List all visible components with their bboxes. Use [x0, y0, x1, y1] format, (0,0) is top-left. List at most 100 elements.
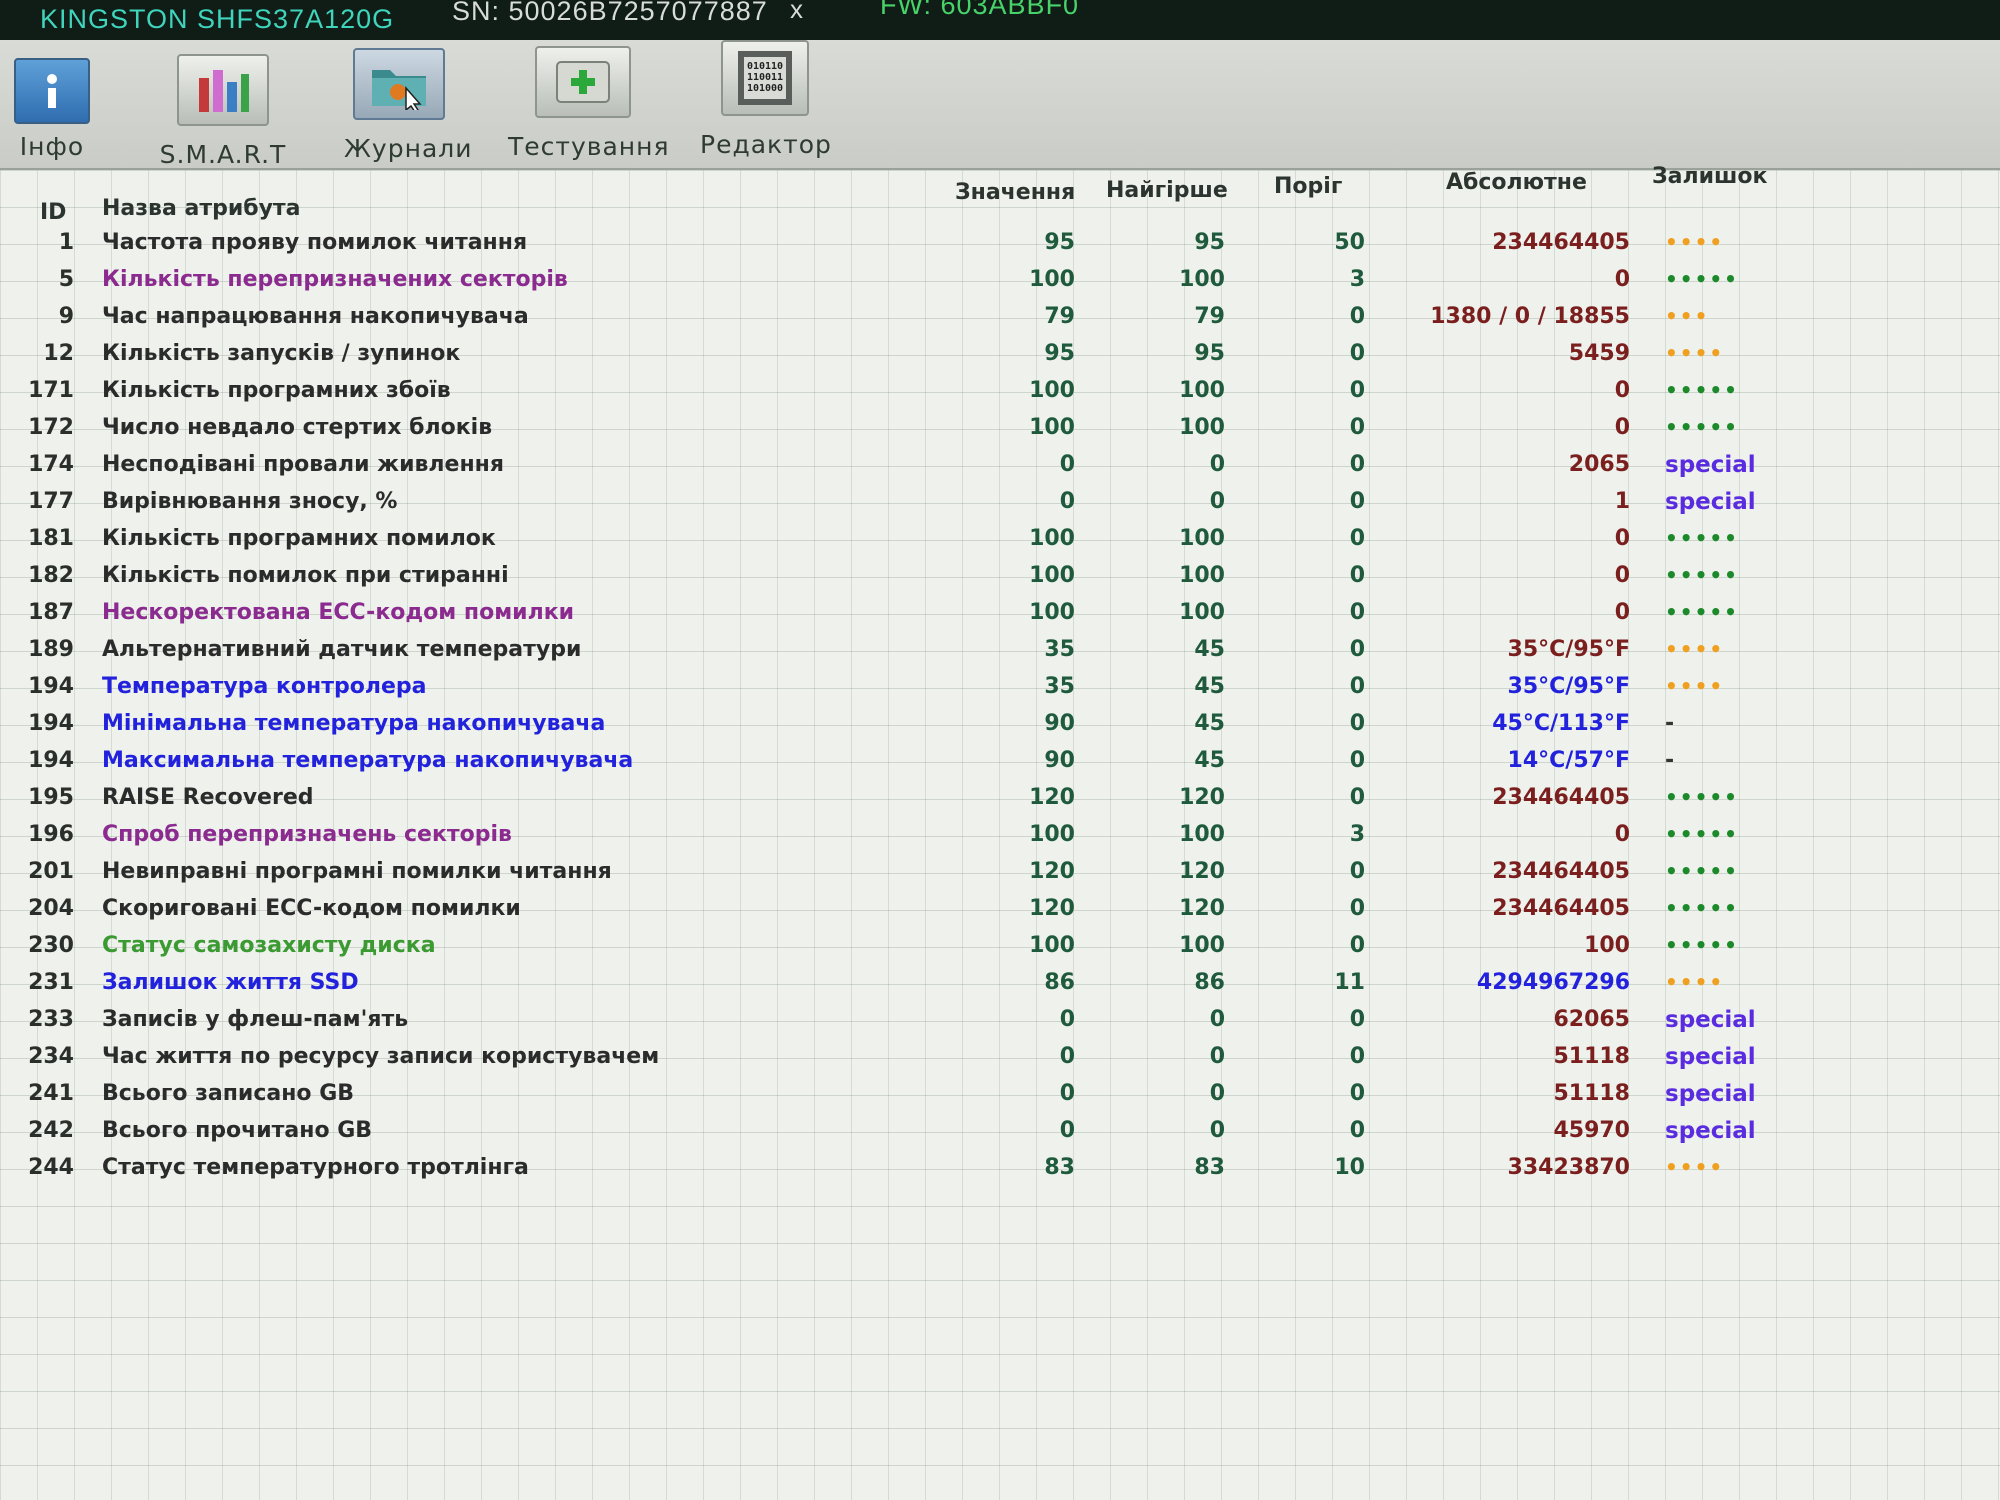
attr-value: 100 — [1029, 526, 1075, 551]
attr-raw: 0 — [1614, 600, 1630, 625]
table-row[interactable]: 172 Число невдало стертих блоків 100 100 0 0 •… — [0, 411, 1800, 448]
tab-info[interactable]: Інфо — [6, 58, 98, 161]
attr-health: ••• — [1665, 304, 1710, 328]
attr-worst: 120 — [1179, 785, 1225, 810]
attr-id: 231 — [28, 970, 74, 995]
table-row[interactable]: 189 Альтернативний датчик температури 35 45… — [0, 633, 1800, 670]
attr-threshold: 0 — [1349, 341, 1365, 366]
attr-raw: 0 — [1614, 267, 1630, 292]
table-row[interactable]: 174 Несподівані провали живлення 0 0 0 2065 sp… — [0, 448, 1800, 485]
table-row[interactable]: 1 Частота прояву помилок читання 95 95 50 234… — [0, 226, 1800, 263]
attr-health: •••• — [1665, 230, 1725, 254]
col-header-health[interactable]: Залишок — [1652, 164, 1767, 189]
close-icon[interactable]: x — [790, 0, 804, 25]
attr-health: •••• — [1665, 637, 1725, 661]
attr-id: 171 — [28, 378, 74, 403]
attr-value: 0 — [1059, 1118, 1075, 1143]
table-row[interactable]: 204 Скориговані ECC-кодом помилки 120 120 0 2… — [0, 892, 1800, 929]
attr-threshold: 0 — [1349, 896, 1365, 921]
logs-folder-icon — [353, 48, 445, 120]
drive-firmware: FW: 603ABBF0 — [880, 0, 1080, 20]
table-row[interactable]: 194 Температура контролера 35 45 0 35°C/95°F •… — [0, 670, 1800, 707]
attr-name: Вирівнювання зносу, % — [102, 489, 398, 514]
table-row[interactable]: 182 Кількість помилок при стиранні 100 100 0… — [0, 559, 1800, 596]
attr-worst: 100 — [1179, 600, 1225, 625]
tab-info-label: Інфо — [19, 132, 85, 161]
attr-name: Час життя по ресурсу записи користувачем — [102, 1044, 660, 1069]
attr-id: 244 — [28, 1155, 74, 1180]
attr-threshold: 0 — [1349, 785, 1365, 810]
attr-threshold: 0 — [1349, 304, 1365, 329]
attr-health: ••••• — [1665, 267, 1739, 291]
col-header-name[interactable]: Назва атрибута — [102, 196, 301, 221]
table-row[interactable]: 177 Вирівнювання зносу, % 0 0 0 1 special — [0, 485, 1800, 522]
attr-id: 194 — [28, 748, 74, 773]
attr-raw: 4294967296 — [1476, 970, 1630, 995]
table-row[interactable]: 187 Нескоректована ECC-кодом помилки 100 10… — [0, 596, 1800, 633]
attr-value: 100 — [1029, 822, 1075, 847]
attr-raw: 234464405 — [1492, 859, 1630, 884]
attr-id: 172 — [28, 415, 74, 440]
attr-id: 201 — [28, 859, 74, 884]
tab-editor[interactable]: 010110 110011 101000 Редактор — [700, 40, 831, 159]
table-row[interactable]: 234 Час життя по ресурсу записи користува… — [0, 1040, 1800, 1077]
attr-raw: 100 — [1584, 933, 1630, 958]
table-row[interactable]: 9 Час напрацювання накопичувача 79 79 0 1380 … — [0, 300, 1800, 337]
table-row[interactable]: 195 RAISE Recovered 120 120 0 234464405 ••••• — [0, 781, 1800, 818]
attr-worst: 45 — [1194, 748, 1225, 773]
tab-smart-label: S.M.A.R.T — [159, 140, 287, 169]
attr-name: Час напрацювання накопичувача — [102, 304, 529, 329]
table-row[interactable]: 12 Кількість запусків / зупинок 95 95 0 5459 •… — [0, 337, 1800, 374]
attr-worst: 100 — [1179, 563, 1225, 588]
attr-id: 5 — [58, 267, 74, 292]
table-row[interactable]: 201 Невиправні програмні помилки читання 1… — [0, 855, 1800, 892]
attr-worst: 86 — [1194, 970, 1225, 995]
col-header-value[interactable]: Значення — [955, 180, 1075, 205]
attr-raw: 35°C/95°F — [1507, 637, 1630, 662]
table-row[interactable]: 196 Спроб перепризначень секторів 100 100 3 0… — [0, 818, 1800, 855]
attr-value: 0 — [1059, 1007, 1075, 1032]
table-row[interactable]: 233 Записів у флеш-пам'ять 0 0 0 62065 special — [0, 1003, 1800, 1040]
table-row[interactable]: 242 Всього прочитано GB 0 0 0 45970 special — [0, 1114, 1800, 1151]
attr-id: 194 — [28, 711, 74, 736]
attr-threshold: 0 — [1349, 489, 1365, 514]
attr-value: 0 — [1059, 489, 1075, 514]
attr-id: 194 — [28, 674, 74, 699]
col-header-worst[interactable]: Найгірше — [1106, 178, 1228, 203]
table-row[interactable]: 230 Статус самозахисту диска 100 100 0 100 •••… — [0, 929, 1800, 966]
attr-threshold: 0 — [1349, 1044, 1365, 1069]
table-row[interactable]: 231 Залишок життя SSD 86 86 11 4294967296 •••• — [0, 966, 1800, 1003]
attr-threshold: 0 — [1349, 637, 1365, 662]
tab-logs[interactable]: Журнали — [344, 48, 471, 163]
title-bar: KINGSTON SHFS37A120G SN: 50026B725707788… — [0, 0, 2000, 40]
table-row[interactable]: 5 Кількість перепризначених секторів 100 10… — [0, 263, 1800, 300]
attr-id: 196 — [28, 822, 74, 847]
attr-health: ••••• — [1665, 822, 1739, 846]
table-row[interactable]: 244 Статус температурного тротлінга 83 83 10… — [0, 1151, 1800, 1188]
attr-id: 230 — [28, 933, 74, 958]
table-row[interactable]: 241 Всього записано GB 0 0 0 51118 special — [0, 1077, 1800, 1114]
attr-id: 187 — [28, 600, 74, 625]
table-row[interactable]: 194 Максимальна температура накопичувача 9… — [0, 744, 1800, 781]
col-header-id[interactable]: ID — [40, 200, 66, 225]
table-row[interactable]: 194 Мінімальна температура накопичувача 90… — [0, 707, 1800, 744]
attr-threshold: 0 — [1349, 378, 1365, 403]
tab-testing[interactable]: Тестування — [508, 46, 669, 161]
attr-threshold: 50 — [1334, 230, 1365, 255]
attr-id: 1 — [58, 230, 74, 255]
tab-smart[interactable]: S.M.A.R.T — [158, 54, 288, 169]
col-header-threshold[interactable]: Поріг — [1274, 174, 1342, 199]
attr-health: - — [1665, 748, 1675, 773]
col-header-raw[interactable]: Абсолютне — [1446, 170, 1587, 195]
attr-threshold: 0 — [1349, 674, 1365, 699]
attr-name: Кількість помилок при стиранні — [102, 563, 509, 588]
attr-name: Кількість перепризначених секторів — [102, 267, 568, 292]
attr-name: Максимальна температура накопичувача — [102, 748, 634, 773]
attr-value: 35 — [1044, 637, 1075, 662]
attr-threshold: 0 — [1349, 452, 1365, 477]
table-row[interactable]: 181 Кількість програмних помилок 100 100 0 0 •… — [0, 522, 1800, 559]
attr-worst: 95 — [1194, 341, 1225, 366]
table-row[interactable]: 171 Кількість програмних збоїв 100 100 0 0 •••… — [0, 374, 1800, 411]
attr-raw: 33423870 — [1507, 1155, 1630, 1180]
attr-health: ••••• — [1665, 563, 1739, 587]
